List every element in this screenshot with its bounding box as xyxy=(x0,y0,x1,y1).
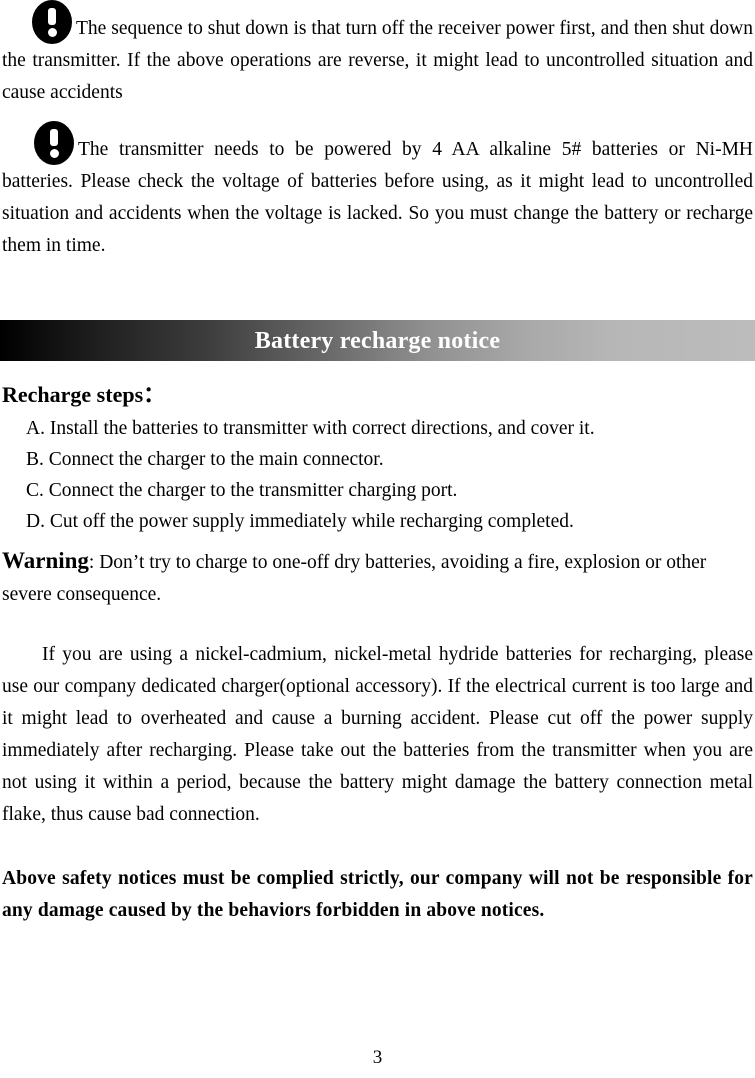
warning-text: : Don’t try to charge to one-off dry bat… xyxy=(2,552,707,605)
warning-paragraph: Warning: Don’t try to charge to one-off … xyxy=(2,545,753,611)
warning-exclamation-icon xyxy=(34,121,74,165)
notice-paragraph-battery-power: The transmitter needs to be powered by 4… xyxy=(2,121,753,262)
recharge-steps-heading: Recharge steps： xyxy=(2,382,166,407)
notice-text-shutdown-sequence: The sequence to shut down is that turn o… xyxy=(2,18,753,103)
warning-label: Warning xyxy=(2,548,89,573)
recharge-steps-section: Recharge steps： A. Install the batteries… xyxy=(2,381,753,537)
nickel-battery-paragraph: If you are using a nickel-cadmium, nicke… xyxy=(2,644,753,825)
recharge-step-item: B. Connect the charger to the main conne… xyxy=(26,449,384,470)
notice-paragraph-shutdown-sequence: The sequence to shut down is that turn o… xyxy=(2,0,753,109)
recharge-step-item: A. Install the batteries to transmitter … xyxy=(26,418,595,439)
document-page: The sequence to shut down is that turn o… xyxy=(0,0,755,1078)
notice-text-battery-power: The transmitter needs to be powered by 4… xyxy=(2,139,753,256)
warning-icon-dot xyxy=(47,28,57,37)
page-number: 3 xyxy=(372,1047,383,1068)
recharge-step-item: D. Cut off the power supply immediately … xyxy=(26,511,574,532)
warning-icon-stroke xyxy=(50,129,58,146)
liability-disclaimer-paragraph: Above safety notices must be complied st… xyxy=(2,868,753,921)
warning-icon-stroke xyxy=(48,8,56,25)
recharge-step-item: C. Connect the charger to the transmitte… xyxy=(26,480,458,501)
section-banner-battery-recharge-notice: Battery recharge notice xyxy=(0,320,755,361)
warning-icon-dot xyxy=(49,149,59,158)
section-banner-title: Battery recharge notice xyxy=(254,327,501,354)
warning-exclamation-icon xyxy=(32,0,72,44)
